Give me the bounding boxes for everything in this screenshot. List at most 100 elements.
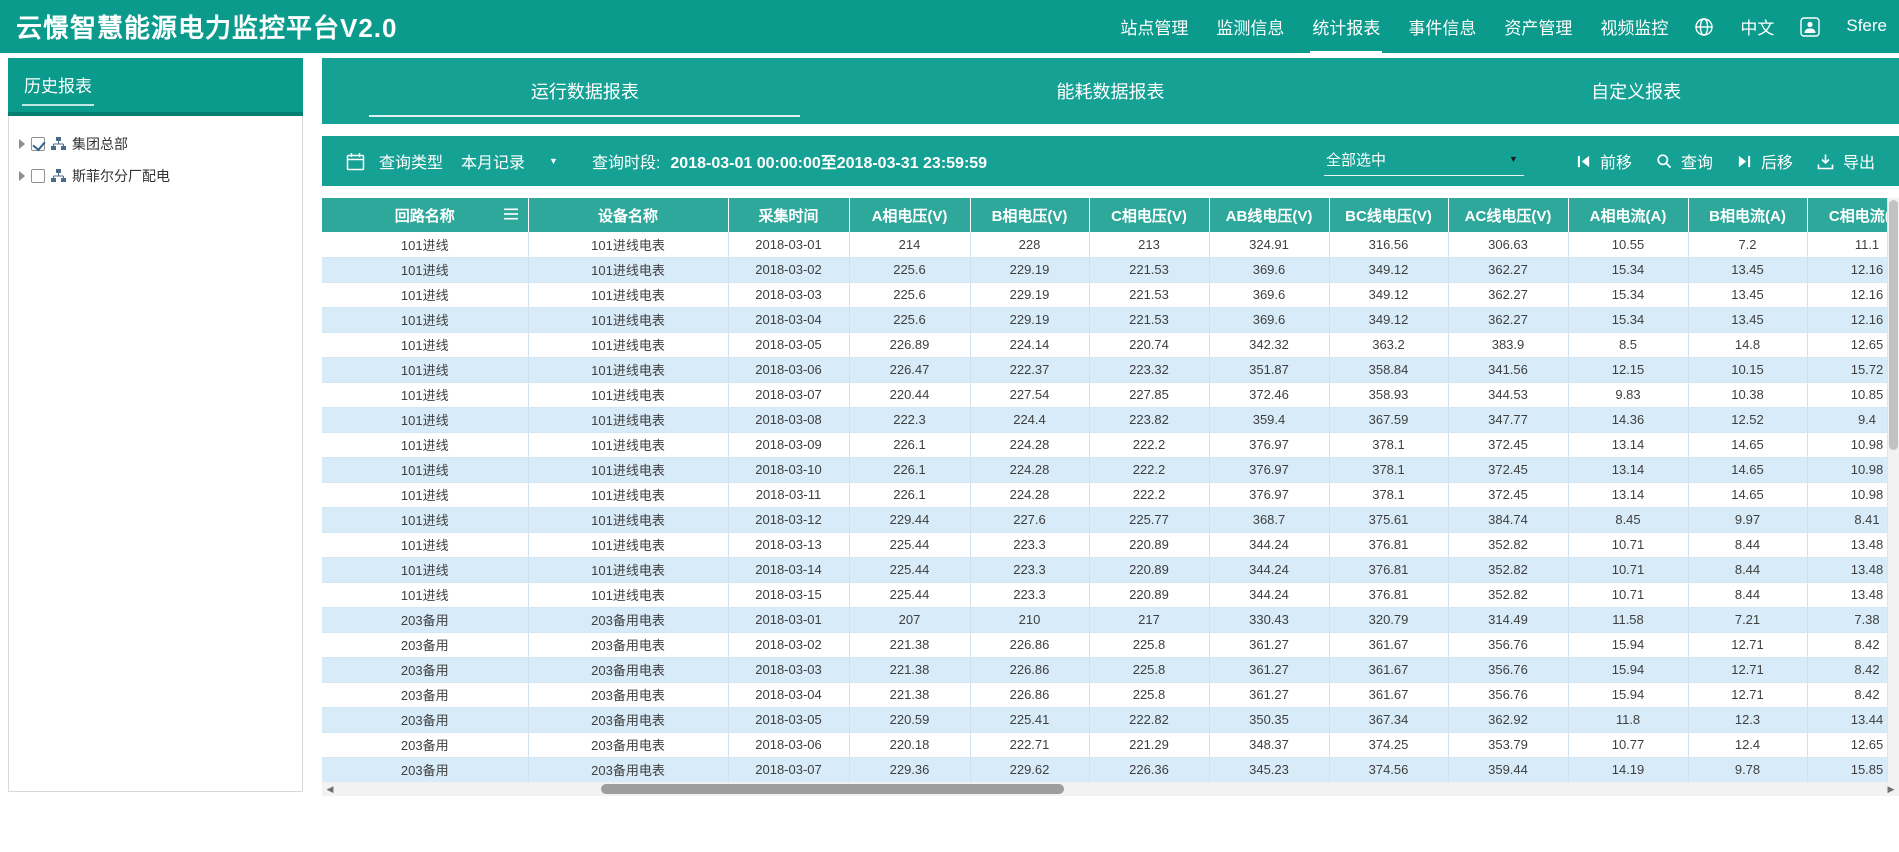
table-row[interactable]: 101进线101进线电表2018-03-13225.44223.3220.893… (322, 532, 1899, 557)
table-cell: 13.48 (1807, 532, 1899, 557)
export-button[interactable]: 导出 (1817, 149, 1875, 173)
table-row[interactable]: 203备用203备用电表2018-03-06220.18222.71221.29… (322, 732, 1899, 757)
nav-user-name[interactable]: Sfere (1844, 2, 1889, 51)
table-row[interactable]: 203备用203备用电表2018-03-02221.38226.86225.83… (322, 632, 1899, 657)
horizontal-scrollbar[interactable]: ◀ ▶ (322, 782, 1899, 796)
table-row[interactable]: 101进线101进线电表2018-03-14225.44223.3220.893… (322, 557, 1899, 582)
table-row[interactable]: 101进线101进线电表2018-03-09226.1224.28222.237… (322, 432, 1899, 457)
table-cell: 203备用 (322, 607, 528, 632)
expand-arrow-icon[interactable] (19, 139, 25, 149)
table-cell: 101进线 (322, 407, 528, 432)
table-row[interactable]: 203备用203备用电表2018-03-05220.59225.41222.82… (322, 707, 1899, 732)
table-cell: 203备用电表 (528, 732, 728, 757)
table-cell: 2018-03-04 (728, 307, 849, 332)
table-row[interactable]: 101进线101进线电表2018-03-11226.1224.28222.237… (322, 482, 1899, 507)
table-row[interactable]: 101进线101进线电表2018-03-05226.89224.14220.74… (322, 332, 1899, 357)
table-cell: 376.97 (1209, 457, 1329, 482)
table-cell: 224.4 (970, 407, 1089, 432)
table-cell: 2018-03-06 (728, 357, 849, 382)
table-row[interactable]: 101进线101进线电表2018-03-08222.3224.4223.8235… (322, 407, 1899, 432)
move-previous-button[interactable]: 前移 (1576, 149, 1632, 173)
nav-language[interactable]: 中文 (1738, 0, 1776, 54)
scroll-right-arrow-icon[interactable]: ▶ (1883, 782, 1899, 796)
table-row[interactable]: 101进线101进线电表2018-03-01214228213324.91316… (322, 232, 1899, 257)
tab-energy-data-report[interactable]: 能耗数据报表 (848, 58, 1374, 124)
table-cell: 14.65 (1688, 457, 1807, 482)
tree-item-group-headquarters[interactable]: 集团总部 (17, 128, 294, 160)
scroll-left-arrow-icon[interactable]: ◀ (322, 782, 338, 796)
user-icon[interactable] (1800, 17, 1820, 37)
table-cell: 361.67 (1329, 682, 1448, 707)
calendar-icon[interactable] (346, 152, 365, 171)
table-cell: 221.38 (849, 682, 970, 707)
table-cell: 226.1 (849, 457, 970, 482)
table-cell: 203备用电表 (528, 707, 728, 732)
table-cell: 344.24 (1209, 557, 1329, 582)
table-cell: 225.44 (849, 557, 970, 582)
table-cell: 349.12 (1329, 257, 1448, 282)
table-row[interactable]: 101进线101进线电表2018-03-03225.6229.19221.533… (322, 282, 1899, 307)
nav-video-surveillance[interactable]: 视频监控 (1598, 0, 1670, 54)
table-cell: 374.25 (1329, 732, 1448, 757)
table-row[interactable]: 101进线101进线电表2018-03-12229.44227.6225.773… (322, 507, 1899, 532)
table-cell: 101进线 (322, 532, 528, 557)
table-cell: 203备用电表 (528, 682, 728, 707)
checkbox-unchecked-icon[interactable] (31, 169, 45, 183)
move-next-button[interactable]: 后移 (1737, 149, 1793, 173)
table-cell: 228 (970, 232, 1089, 257)
table-row[interactable]: 101进线101进线电表2018-03-07220.44227.54227.85… (322, 382, 1899, 407)
horizontal-scrollbar-track[interactable] (338, 782, 1883, 796)
nav-event-info[interactable]: 事件信息 (1406, 0, 1478, 54)
table-cell: 222.82 (1089, 707, 1209, 732)
tab-running-data-report[interactable]: 运行数据报表 (322, 58, 848, 124)
table-cell: 8.5 (1568, 332, 1688, 357)
table-cell: 101进线电表 (528, 232, 728, 257)
table-row[interactable]: 203备用203备用电表2018-03-03221.38226.86225.83… (322, 657, 1899, 682)
expand-arrow-icon[interactable] (19, 171, 25, 181)
query-period-value: 2018-03-01 00:00:00至2018-03-31 23:59:59 (670, 149, 987, 173)
table-cell: 101进线 (322, 482, 528, 507)
table-cell: 12.16 (1807, 307, 1899, 332)
horizontal-scrollbar-thumb[interactable] (601, 784, 1065, 794)
table-row[interactable]: 101进线101进线电表2018-03-06226.47222.37223.32… (322, 357, 1899, 382)
table-cell: 15.94 (1568, 657, 1688, 682)
table-row[interactable]: 101进线101进线电表2018-03-15225.44223.3220.893… (322, 582, 1899, 607)
nav-asset-management[interactable]: 资产管理 (1502, 0, 1574, 54)
search-button[interactable]: 查询 (1656, 149, 1713, 173)
move-next-label: 后移 (1761, 149, 1793, 173)
globe-icon[interactable] (1694, 17, 1714, 37)
table-cell: 223.3 (970, 532, 1089, 557)
table-cell: 221.53 (1089, 257, 1209, 282)
vertical-scrollbar-thumb[interactable] (1889, 200, 1898, 450)
main-panel: 运行数据报表 能耗数据报表 自定义报表 查询类型 (322, 58, 1899, 796)
table-cell: 12.16 (1807, 282, 1899, 307)
table-cell: 9.4 (1807, 407, 1899, 432)
column-menu-icon[interactable] (504, 207, 518, 224)
table-cell: 361.67 (1329, 632, 1448, 657)
nav-monitoring-info[interactable]: 监测信息 (1214, 0, 1286, 54)
table-cell: 372.45 (1448, 457, 1568, 482)
table-row[interactable]: 101进线101进线电表2018-03-02225.6229.19221.533… (322, 257, 1899, 282)
table-cell: 224.28 (970, 482, 1089, 507)
table-row[interactable]: 101进线101进线电表2018-03-10226.1224.28222.237… (322, 457, 1899, 482)
nav-site-management[interactable]: 站点管理 (1118, 0, 1190, 54)
vertical-scrollbar[interactable] (1887, 198, 1899, 782)
tab-custom-report[interactable]: 自定义报表 (1373, 58, 1899, 124)
table-cell: 376.97 (1209, 482, 1329, 507)
tree-item-sfere-plant[interactable]: 斯菲尔分厂配电 (17, 160, 294, 192)
table-cell: 12.71 (1688, 682, 1807, 707)
table-cell: 7.2 (1688, 232, 1807, 257)
table-cell: 221.38 (849, 632, 970, 657)
table-row[interactable]: 203备用203备用电表2018-03-04221.38226.86225.83… (322, 682, 1899, 707)
table-row[interactable]: 203备用203备用电表2018-03-07229.36229.62226.36… (322, 757, 1899, 782)
nav-statistics-report[interactable]: 统计报表 (1310, 0, 1382, 54)
select-all-dropdown[interactable]: 全部选中 ▼ (1324, 146, 1524, 176)
table-cell: 207 (849, 607, 970, 632)
checkbox-checked-icon[interactable] (31, 137, 45, 151)
table-cell: 101进线 (322, 282, 528, 307)
table-cell: 348.37 (1209, 732, 1329, 757)
table-cell: 2018-03-05 (728, 707, 849, 732)
table-row[interactable]: 101进线101进线电表2018-03-04225.6229.19221.533… (322, 307, 1899, 332)
table-row[interactable]: 203备用203备用电表2018-03-01207210217330.43320… (322, 607, 1899, 632)
query-type-select[interactable]: 本月记录 ▼ (461, 149, 558, 173)
